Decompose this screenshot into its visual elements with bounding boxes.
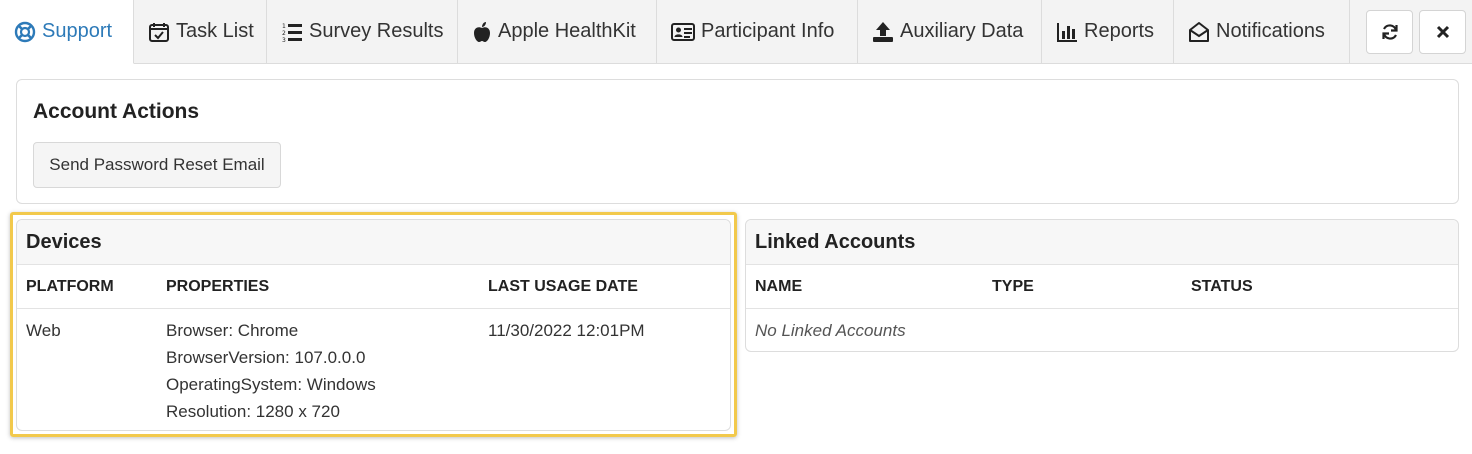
- upload-icon: [873, 21, 893, 42]
- tab-label: Auxiliary Data: [900, 20, 1024, 42]
- linked-accounts-header: Linked Accounts: [746, 220, 1458, 265]
- table-divider: [17, 308, 730, 309]
- tab-label: Notifications: [1216, 20, 1325, 42]
- close-button[interactable]: [1419, 10, 1466, 54]
- tab-participant-info[interactable]: Participant Info: [657, 0, 858, 63]
- tab-reports[interactable]: Reports: [1042, 0, 1174, 63]
- tab-label: Apple HealthKit: [498, 20, 636, 42]
- account-actions-title: Account Actions: [33, 100, 200, 123]
- envelope-open-icon: [1189, 21, 1209, 42]
- device-properties: Browser: Chrome BrowserVersion: 107.0.0.…: [166, 317, 376, 425]
- svg-text:3: 3: [282, 37, 286, 43]
- devices-panel: Devices PLATFORM PROPERTIES LAST USAGE D…: [16, 219, 731, 431]
- svg-text:1: 1: [282, 23, 286, 30]
- column-header-type: TYPE: [992, 278, 1034, 295]
- tab-label: Support: [42, 20, 113, 42]
- column-header-properties: PROPERTIES: [166, 278, 270, 295]
- refresh-icon: [1381, 24, 1398, 40]
- linked-accounts-empty: No Linked Accounts: [755, 321, 906, 340]
- send-password-reset-button[interactable]: Send Password Reset Email: [33, 142, 281, 188]
- device-platform: Web: [26, 321, 61, 340]
- column-header-status: STATUS: [1191, 278, 1253, 295]
- tab-label: Task List: [176, 20, 254, 42]
- tab-label: Reports: [1084, 20, 1155, 42]
- column-header-name: NAME: [755, 278, 803, 295]
- tab-auxiliary-data[interactable]: Auxiliary Data: [858, 0, 1042, 63]
- column-header-last-usage-date: LAST USAGE DATE: [488, 278, 638, 295]
- linked-accounts-title: Linked Accounts: [755, 230, 916, 253]
- tab-label: Participant Info: [701, 20, 835, 42]
- device-property: OperatingSystem: Windows: [166, 375, 376, 394]
- tab-apple-healthkit[interactable]: Apple HealthKit: [458, 0, 657, 63]
- id-card-icon: [671, 22, 695, 41]
- calendar-check-icon: [149, 22, 169, 42]
- life-ring-icon: [14, 21, 36, 42]
- bar-chart-icon: [1057, 22, 1077, 42]
- list-numbered-icon: 1 2 3: [282, 23, 302, 43]
- tab-task-list[interactable]: Task List: [134, 0, 267, 63]
- linked-accounts-panel: Linked Accounts NAME TYPE STATUS No Link…: [745, 219, 1459, 352]
- tab-notifications[interactable]: Notifications: [1174, 0, 1350, 63]
- device-property: Resolution: 1280 x 720: [166, 402, 340, 421]
- account-actions-panel: Account Actions Send Password Reset Emai…: [16, 79, 1459, 204]
- devices-title: Devices: [26, 230, 102, 253]
- apple-icon: [474, 21, 490, 42]
- tab-bar: Support Task List 1 2 3 Survey Results A…: [0, 0, 1472, 64]
- svg-text:2: 2: [282, 30, 286, 37]
- device-last-usage-date: 11/30/2022 12:01PM: [488, 321, 645, 340]
- tab-label: Survey Results: [309, 20, 444, 42]
- device-property: Browser: Chrome: [166, 321, 299, 340]
- refresh-button[interactable]: [1366, 10, 1413, 54]
- tab-survey-results[interactable]: 1 2 3 Survey Results: [267, 0, 458, 63]
- close-icon: [1436, 25, 1449, 39]
- tab-support[interactable]: Support: [0, 0, 134, 64]
- column-header-platform: PLATFORM: [26, 278, 114, 295]
- table-divider: [746, 308, 1458, 309]
- devices-header: Devices: [17, 220, 730, 265]
- device-property: BrowserVersion: 107.0.0.0: [166, 348, 366, 367]
